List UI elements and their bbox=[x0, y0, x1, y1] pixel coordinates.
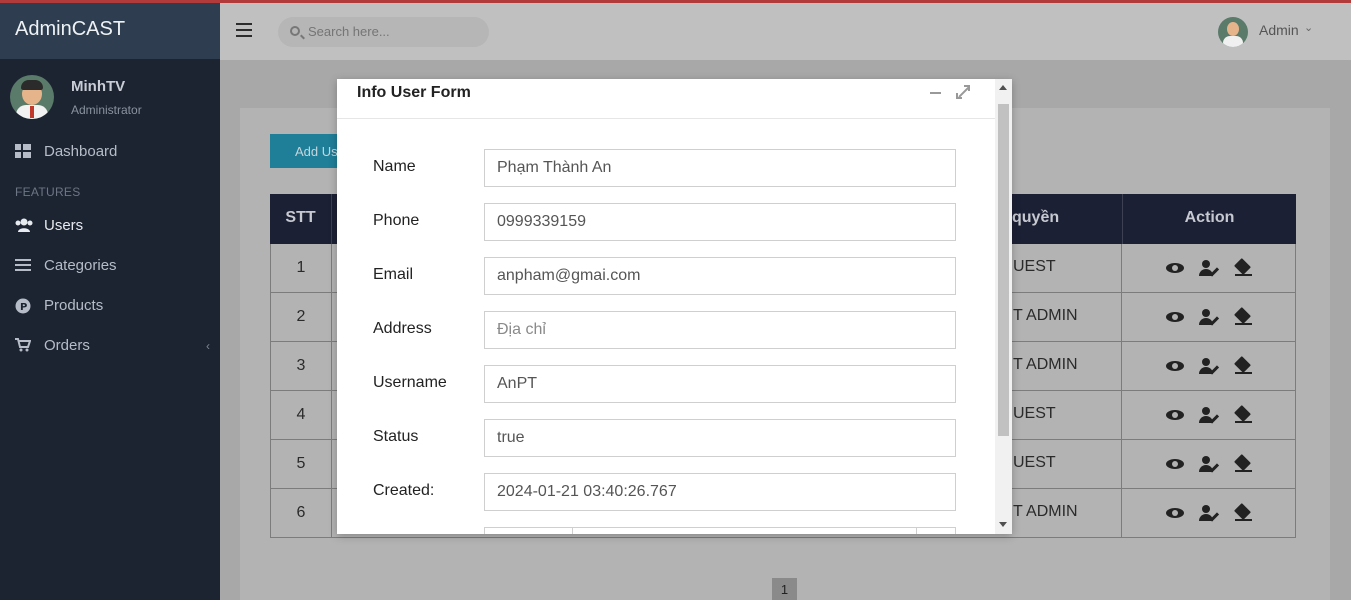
name-label: Name bbox=[373, 158, 416, 175]
form-row-username: Username bbox=[337, 365, 995, 403]
view-eye-icon[interactable] bbox=[1165, 259, 1185, 277]
search-input[interactable] bbox=[308, 24, 478, 39]
form-row-address: Address bbox=[337, 311, 995, 349]
form-row-status: Status bbox=[337, 419, 995, 457]
form-row-phone: Phone bbox=[337, 203, 995, 241]
header-stt: STT bbox=[270, 194, 332, 244]
sidebar-item-dashboard[interactable]: Dashboard bbox=[0, 131, 220, 171]
cell-stt: 3 bbox=[271, 342, 332, 390]
header-action: Action bbox=[1122, 194, 1296, 244]
edit-user-icon[interactable] bbox=[1198, 455, 1219, 473]
username-field[interactable] bbox=[484, 365, 956, 403]
modal-scrollbar[interactable] bbox=[995, 79, 1012, 534]
phone-field[interactable] bbox=[484, 203, 956, 241]
username-label: Username bbox=[373, 374, 447, 391]
edit-user-icon[interactable] bbox=[1198, 406, 1219, 424]
section-label-features: FEATURES bbox=[15, 185, 81, 199]
header-role: quyền bbox=[1012, 209, 1060, 226]
scroll-up-arrow-icon[interactable] bbox=[999, 85, 1007, 90]
list-icon bbox=[15, 258, 33, 272]
cell-stt: 2 bbox=[271, 293, 332, 341]
cell-stt: 6 bbox=[271, 489, 332, 537]
cart-icon bbox=[15, 338, 33, 352]
edit-user-icon[interactable] bbox=[1198, 357, 1219, 375]
chevron-left-icon: ‹ bbox=[206, 339, 210, 353]
sidebar-item-products[interactable]: P Products bbox=[0, 285, 220, 325]
delete-eraser-icon[interactable] bbox=[1233, 357, 1253, 375]
users-icon bbox=[15, 218, 33, 232]
sidebar-item-label: Orders bbox=[44, 336, 90, 354]
view-eye-icon[interactable] bbox=[1165, 455, 1185, 473]
form-row-created: Created: bbox=[337, 473, 995, 511]
email-field[interactable] bbox=[484, 257, 956, 295]
edit-user-icon[interactable] bbox=[1198, 259, 1219, 277]
created-label: Created: bbox=[373, 482, 435, 499]
maximize-icon[interactable] bbox=[956, 85, 970, 99]
cell-stt: 4 bbox=[271, 391, 332, 439]
sidebar-item-label: Dashboard bbox=[44, 142, 118, 160]
sidebar: AdminCAST MinhTV Administrator Dashboard… bbox=[0, 0, 220, 600]
admin-avatar[interactable] bbox=[1218, 17, 1248, 47]
cell-role: T ADMIN bbox=[1013, 356, 1078, 373]
chevron-down-icon[interactable]: ⌄ bbox=[1304, 21, 1313, 34]
partial-form-row bbox=[484, 527, 956, 534]
sidebar-item-label: Products bbox=[44, 296, 104, 314]
form-row-name: Name bbox=[337, 149, 995, 187]
delete-eraser-icon[interactable] bbox=[1233, 406, 1253, 424]
name-field[interactable] bbox=[484, 149, 956, 187]
avatar bbox=[10, 75, 54, 119]
view-eye-icon[interactable] bbox=[1165, 504, 1185, 522]
modal-title: Info User Form bbox=[357, 84, 471, 101]
search-icon bbox=[290, 26, 300, 36]
search-box bbox=[278, 17, 489, 47]
created-field[interactable] bbox=[484, 473, 956, 511]
sidebar-item-label: Users bbox=[44, 216, 84, 234]
email-label: Email bbox=[373, 266, 414, 283]
brand-logo[interactable]: AdminCAST bbox=[0, 0, 220, 59]
cell-role: UEST bbox=[1013, 454, 1056, 471]
form-row-email: Email bbox=[337, 257, 995, 295]
scroll-thumb[interactable] bbox=[998, 104, 1009, 436]
cell-stt: 1 bbox=[271, 244, 332, 292]
top-header: Admin ⌄ bbox=[220, 3, 1351, 60]
phone-label: Phone bbox=[373, 212, 420, 229]
sidebar-item-users[interactable]: Users bbox=[0, 205, 220, 245]
product-icon: P bbox=[15, 298, 33, 314]
admin-menu-label[interactable]: Admin bbox=[1259, 22, 1299, 38]
address-label: Address bbox=[373, 320, 432, 337]
sidebar-item-categories[interactable]: Categories bbox=[0, 245, 220, 285]
status-field[interactable] bbox=[484, 419, 956, 457]
minimize-icon[interactable] bbox=[930, 92, 941, 94]
delete-eraser-icon[interactable] bbox=[1233, 308, 1253, 326]
view-eye-icon[interactable] bbox=[1165, 357, 1185, 375]
svg-text:P: P bbox=[20, 302, 27, 313]
cell-role: UEST bbox=[1013, 258, 1056, 275]
top-accent-bar bbox=[0, 0, 1351, 3]
scroll-down-arrow-icon[interactable] bbox=[999, 522, 1007, 527]
sidebar-profile: MinhTV Administrator bbox=[0, 59, 220, 131]
view-eye-icon[interactable] bbox=[1165, 308, 1185, 326]
pagination-page-button[interactable]: 1 bbox=[772, 578, 797, 600]
cell-role: T ADMIN bbox=[1013, 503, 1078, 520]
sidebar-item-orders[interactable]: Orders ‹ bbox=[0, 325, 220, 365]
delete-eraser-icon[interactable] bbox=[1233, 504, 1253, 522]
edit-user-icon[interactable] bbox=[1198, 504, 1219, 522]
address-field[interactable] bbox=[484, 311, 956, 349]
view-eye-icon[interactable] bbox=[1165, 406, 1185, 424]
sidebar-item-label: Categories bbox=[44, 256, 117, 274]
info-user-modal: Info User Form Name Phone Email Address … bbox=[337, 79, 1012, 534]
edit-user-icon[interactable] bbox=[1198, 308, 1219, 326]
delete-eraser-icon[interactable] bbox=[1233, 455, 1253, 473]
delete-eraser-icon[interactable] bbox=[1233, 259, 1253, 277]
status-label: Status bbox=[373, 428, 419, 445]
menu-toggle-icon[interactable] bbox=[236, 23, 252, 37]
profile-name: MinhTV bbox=[71, 77, 126, 95]
cell-role: UEST bbox=[1013, 405, 1056, 422]
cell-role: T ADMIN bbox=[1013, 307, 1078, 324]
dashboard-icon bbox=[15, 144, 33, 158]
cell-stt: 5 bbox=[271, 440, 332, 488]
modal-header: Info User Form bbox=[337, 79, 995, 119]
profile-role: Administrator bbox=[71, 102, 142, 117]
